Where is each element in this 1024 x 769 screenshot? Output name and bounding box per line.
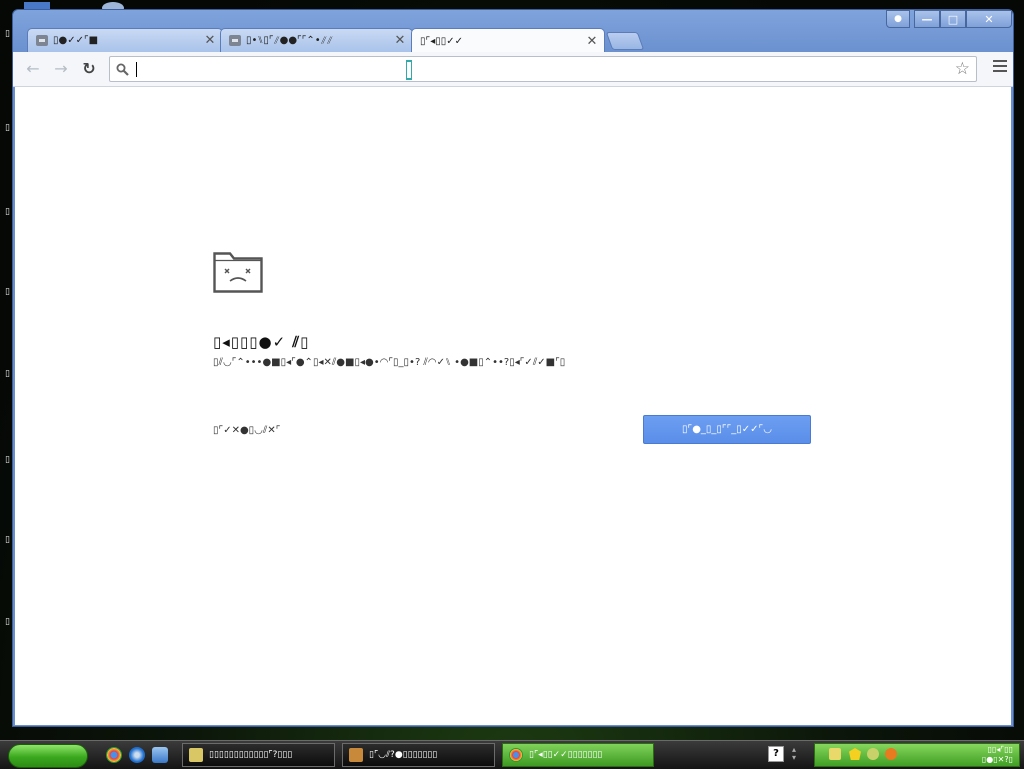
scroll-arrows-icon[interactable]: ▴ ▾ [792,746,802,762]
explorer-icon[interactable] [152,747,168,763]
details-link[interactable]: ▯⌜✓✕●▯◡⫽✕⌜ [213,425,280,436]
browser-window: ▯●✓✓⌜■ ✕ ▯•⑊▯⌜⫽●●⌜⌜⌃•⫽⫽ ✕ ▯⌜◂▯▯✓✓ ✕ ● — … [12,9,1014,727]
menu-button[interactable] [993,60,1007,74]
new-tab-button[interactable] [605,32,645,50]
user-profile-button[interactable]: ● [886,10,910,28]
minimize-button[interactable]: — [914,10,940,28]
system-tray: ▯▯◂⌜▯▯ ▯●▯✕?▯ [814,743,1020,767]
taskbar: ▯▯▯▯▯▯▯▯▯▯▯▯⌜?▯▯▯ ▯⌜◡⫽?●▯▯▯▯▯▯▯ ▯⌜◂▯▯✓✓▯… [0,740,1024,769]
internet-explorer-icon[interactable] [129,747,145,763]
shield-icon[interactable] [849,748,861,760]
page-content: ▯◂▯▯▯●✓ ⫽▯ ▯⫽◡⌜⌃•••●■▯◂⌜●⌃▯◂✕⫽●■▯◂●•◠⌜▯_… [15,87,1011,725]
taskbar-item-3-active[interactable]: ▯⌜◂▯▯✓✓▯▯▯▯▯▯▯ [502,743,654,767]
window-close-button[interactable]: ✕ [966,10,1012,28]
forward-button[interactable]: → [51,60,71,78]
desktop-label: ▯ [5,207,10,217]
close-icon[interactable]: ✕ [204,33,216,48]
chrome-icon[interactable] [106,747,122,763]
back-arrow-icon: ← [26,59,40,78]
bookmark-star-icon[interactable]: ☆ [955,59,970,79]
reload-button[interactable]: ↻ [79,60,99,78]
taskbar-item-label: ▯⌜◂▯▯✓✓▯▯▯▯▯▯▯ [529,750,603,760]
user-icon: ● [894,14,902,24]
search-icon [116,63,129,76]
desktop-label: ▯ [5,535,10,545]
minimize-icon: — [921,12,933,26]
desktop-label: ▯ [5,455,10,465]
address-input[interactable] [134,60,938,80]
clock-line-1: ▯▯◂⌜▯▯ [987,745,1013,754]
reload-icon: ↻ [82,59,96,78]
clock: ▯▯◂⌜▯▯ ▯●▯✕?▯ [982,745,1013,765]
sad-folder-icon [213,252,263,293]
notepad-icon [189,748,203,762]
start-button[interactable] [8,744,88,768]
taskbar-item-label: ▯▯▯▯▯▯▯▯▯▯▯▯⌜?▯▯▯ [209,750,293,760]
text-caret [136,62,137,77]
tab-3-active[interactable]: ▯⌜◂▯▯✓✓ ✕ [411,28,605,53]
desktop-label: ▯ [5,123,10,133]
back-button[interactable]: ← [23,60,43,78]
help-icon[interactable]: ? [768,746,784,762]
sad-page-icon [229,35,241,46]
tab-title: ▯⌜◂▯▯✓✓ [420,35,463,47]
toolbar: ← → ↻ ☆ [13,52,1013,87]
error-title: ▯◂▯▯▯●✓ ⫽▯ [213,333,310,351]
close-icon[interactable]: ✕ [394,33,406,48]
desktop-label: ▯ [5,369,10,379]
error-message: ▯⫽◡⌜⌃•••●■▯◂⌜●⌃▯◂✕⫽●■▯◂●•◠⌜▯_▯•? ⫽◠✓⑊ •●… [213,357,566,368]
reload-page-button[interactable]: ▯⌜●_▯_▯⌜⌜_▯✓✓⌜◡ [643,415,811,444]
omnibox[interactable]: ☆ [109,56,977,82]
tab-title: ▯●✓✓⌜■ [53,35,99,46]
maximize-icon: □ [947,12,959,26]
speaker-icon[interactable] [867,748,879,760]
forward-arrow-icon: → [54,59,68,78]
taskbar-item-2[interactable]: ▯⌜◡⫽?●▯▯▯▯▯▯▯ [342,743,495,767]
app-icon [349,748,363,762]
mouse-ibeam-cursor [406,60,412,80]
desktop-label: ▯ [5,617,10,627]
hamburger-icon [993,60,1007,62]
sad-page-icon [36,35,48,46]
clock-line-2: ▯●▯✕?▯ [981,755,1013,764]
tab-2[interactable]: ▯•⑊▯⌜⫽●●⌜⌜⌃•⫽⫽ ✕ [220,28,413,52]
tab-strip: ▯●✓✓⌜■ ✕ ▯•⑊▯⌜⫽●●⌜⌜⌃•⫽⫽ ✕ ▯⌜◂▯▯✓✓ ✕ ● — … [13,10,1013,53]
update-icon[interactable] [885,748,897,760]
tab-title: ▯•⑊▯⌜⫽●●⌜⌜⌃•⫽⫽ [246,35,333,46]
maximize-button[interactable]: □ [940,10,966,28]
chrome-icon [509,748,523,762]
close-icon: ✕ [984,12,994,26]
tab-1[interactable]: ▯●✓✓⌜■ ✕ [27,28,223,52]
network-icon[interactable] [829,748,841,760]
taskbar-item-label: ▯⌜◡⫽?●▯▯▯▯▯▯▯ [369,750,438,760]
close-icon[interactable]: ✕ [586,34,598,49]
desktop-label: ▯ [5,287,10,297]
desktop-label: ▯ [5,29,10,39]
taskbar-item-1[interactable]: ▯▯▯▯▯▯▯▯▯▯▯▯⌜?▯▯▯ [182,743,335,767]
